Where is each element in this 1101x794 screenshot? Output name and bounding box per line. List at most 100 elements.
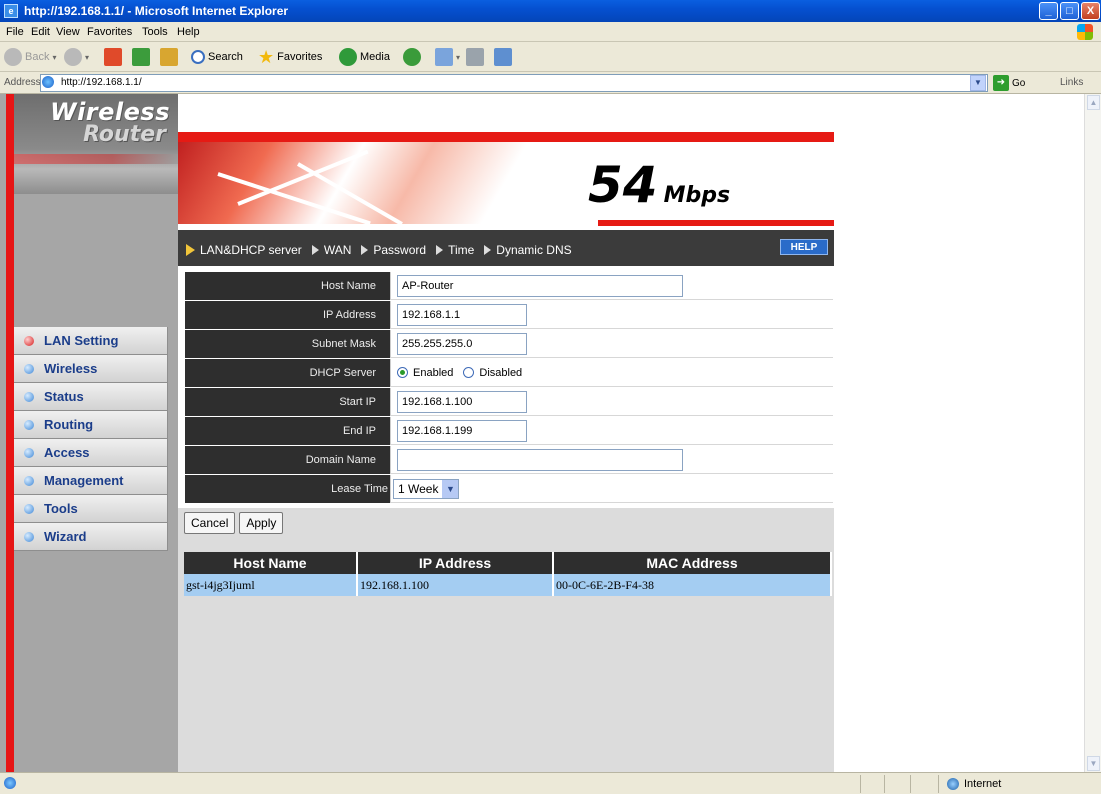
- tab-label: Password: [373, 243, 427, 257]
- stop-button[interactable]: [104, 47, 122, 67]
- address-input[interactable]: http://192.168.1.1/: [40, 74, 988, 92]
- tab-arrow-icon: [484, 245, 492, 255]
- back-button[interactable]: Back ▾: [4, 47, 56, 67]
- sidebar-item-routing[interactable]: Routing: [14, 411, 168, 439]
- sidebar-item-wizard[interactable]: Wizard: [14, 523, 168, 551]
- apply-button[interactable]: Apply: [239, 512, 284, 534]
- links-label[interactable]: Links: [1060, 77, 1083, 88]
- menu-favorites[interactable]: Favorites: [87, 26, 132, 38]
- page-icon: [42, 76, 54, 88]
- menu-edit[interactable]: Edit: [31, 26, 50, 38]
- search-button[interactable]: Search: [191, 47, 243, 67]
- subnet-mask-input[interactable]: 255.255.255.0: [397, 332, 527, 355]
- history-button[interactable]: [403, 47, 421, 67]
- back-label: Back: [25, 51, 50, 63]
- favorites-label: Favorites: [277, 51, 323, 63]
- left-frame: Wireless Router LAN Setting Wireless Sta…: [0, 94, 178, 772]
- sidebar-item-wireless[interactable]: Wireless: [14, 355, 168, 383]
- go-button[interactable]: ➜ Go: [993, 75, 1025, 91]
- favorites-button[interactable]: ★ Favorites: [258, 47, 322, 67]
- dhcp-enabled-radio[interactable]: [397, 367, 408, 378]
- media-label: Media: [360, 51, 390, 63]
- sidebar-item-label: Wizard: [44, 529, 87, 544]
- tab-label: LAN&DHCP server: [200, 243, 302, 257]
- dhcp-disabled-label: Disabled: [479, 366, 523, 379]
- search-label: Search: [208, 51, 243, 63]
- bullet-icon: [24, 503, 34, 514]
- sidebar-item-tools[interactable]: Tools: [14, 495, 168, 523]
- menu-help[interactable]: Help: [177, 26, 200, 38]
- address-bar: Address http://192.168.1.1/ ▼ ➜ Go Links: [0, 72, 1101, 94]
- sidebar-item-access[interactable]: Access: [14, 439, 168, 467]
- edit-button[interactable]: [494, 47, 512, 67]
- scroll-down-icon[interactable]: ▼: [1087, 756, 1100, 771]
- cancel-button[interactable]: Cancel: [184, 512, 236, 534]
- left-red-bar: [6, 94, 14, 772]
- form-row-end-ip: End IP 192.168.1.199: [185, 417, 833, 446]
- sidebar-item-management[interactable]: Management: [14, 467, 168, 495]
- print-icon: [466, 48, 484, 66]
- banner-bottom-red-bar: [598, 220, 834, 226]
- mail-button[interactable]: ▾: [435, 47, 460, 67]
- globe-icon: [947, 778, 959, 790]
- minimize-button[interactable]: _: [1039, 2, 1058, 20]
- speed-banner: 54 Mbps: [178, 132, 834, 230]
- vertical-scrollbar[interactable]: ▲ ▼: [1084, 94, 1101, 772]
- help-button[interactable]: HELP: [780, 239, 828, 255]
- sidebar-item-status[interactable]: Status: [14, 383, 168, 411]
- domain-name-label: Domain Name: [185, 446, 390, 474]
- maximize-button[interactable]: □: [1060, 2, 1079, 20]
- window-title: http://192.168.1.1/ - Microsoft Internet…: [24, 4, 289, 18]
- ip-address-input[interactable]: 192.168.1.1: [397, 303, 527, 326]
- ie-app-icon: e: [4, 4, 18, 18]
- active-bullet-icon: [24, 335, 34, 346]
- tab-wan[interactable]: WAN: [311, 243, 352, 257]
- address-label: Address: [4, 77, 41, 88]
- start-ip-label: Start IP: [185, 388, 390, 416]
- tab-password[interactable]: Password: [361, 243, 426, 257]
- menu-file[interactable]: File: [6, 26, 24, 38]
- address-dropdown-icon[interactable]: ▼: [970, 75, 986, 91]
- sidebar-item-label: Routing: [44, 417, 94, 432]
- refresh-button[interactable]: [132, 47, 150, 67]
- banner-top-red-bar: [178, 132, 834, 142]
- status-bar: Internet: [0, 772, 1101, 794]
- forward-button[interactable]: ▾: [64, 47, 89, 67]
- home-button[interactable]: [160, 47, 178, 67]
- print-button[interactable]: [466, 47, 484, 67]
- start-ip-input[interactable]: 192.168.1.100: [397, 390, 527, 413]
- sidebar-item-label: Management: [44, 473, 124, 488]
- tab-bar: LAN&DHCP server WAN Password Time Dynami…: [178, 230, 834, 266]
- tab-label: Time: [448, 243, 475, 257]
- cell-host-name: gst-i4jg3Ijuml: [184, 574, 358, 596]
- lan-settings-form: Host Name AP-Router IP Address 192.168.1…: [185, 272, 833, 504]
- speed-label: 54 Mbps: [588, 156, 730, 214]
- page-viewport: Wireless Router LAN Setting Wireless Sta…: [0, 94, 1084, 772]
- tab-time[interactable]: Time: [436, 243, 474, 257]
- bullet-icon: [24, 363, 34, 374]
- menu-bar: File Edit View Favorites Tools Help: [0, 22, 1101, 42]
- domain-name-input[interactable]: [397, 448, 683, 471]
- form-row-domain-name: Domain Name: [185, 446, 833, 475]
- cell-mac-address: 00-0C-6E-2B-F4-38: [554, 574, 832, 596]
- dhcp-disabled-radio[interactable]: [463, 367, 475, 378]
- media-button[interactable]: Media: [339, 47, 390, 67]
- end-ip-input[interactable]: 192.168.1.199: [397, 419, 527, 442]
- close-button[interactable]: X: [1081, 2, 1100, 20]
- tab-lan-dhcp-server[interactable]: LAN&DHCP server: [186, 243, 302, 257]
- tab-label: WAN: [323, 243, 352, 257]
- form-row-lease-time: Lease Time 1 Week ▼: [185, 475, 833, 504]
- zone-label: Internet: [964, 778, 1002, 790]
- host-name-input[interactable]: AP-Router: [397, 274, 683, 297]
- form-row-ip-address: IP Address 192.168.1.1: [185, 301, 833, 330]
- scroll-up-icon[interactable]: ▲: [1087, 95, 1100, 110]
- menu-view[interactable]: View: [56, 26, 80, 38]
- menu-tools[interactable]: Tools: [142, 26, 168, 38]
- tab-dynamic-dns[interactable]: Dynamic DNS: [484, 243, 572, 257]
- sidebar-nav: LAN Setting Wireless Status Routing Acce…: [14, 327, 168, 551]
- back-arrow-icon: [4, 48, 22, 66]
- lease-time-select[interactable]: 1 Week ▼: [393, 478, 460, 499]
- sidebar-item-lan-setting[interactable]: LAN Setting: [14, 327, 168, 355]
- speed-value: 54: [588, 156, 658, 214]
- home-icon: [160, 48, 178, 66]
